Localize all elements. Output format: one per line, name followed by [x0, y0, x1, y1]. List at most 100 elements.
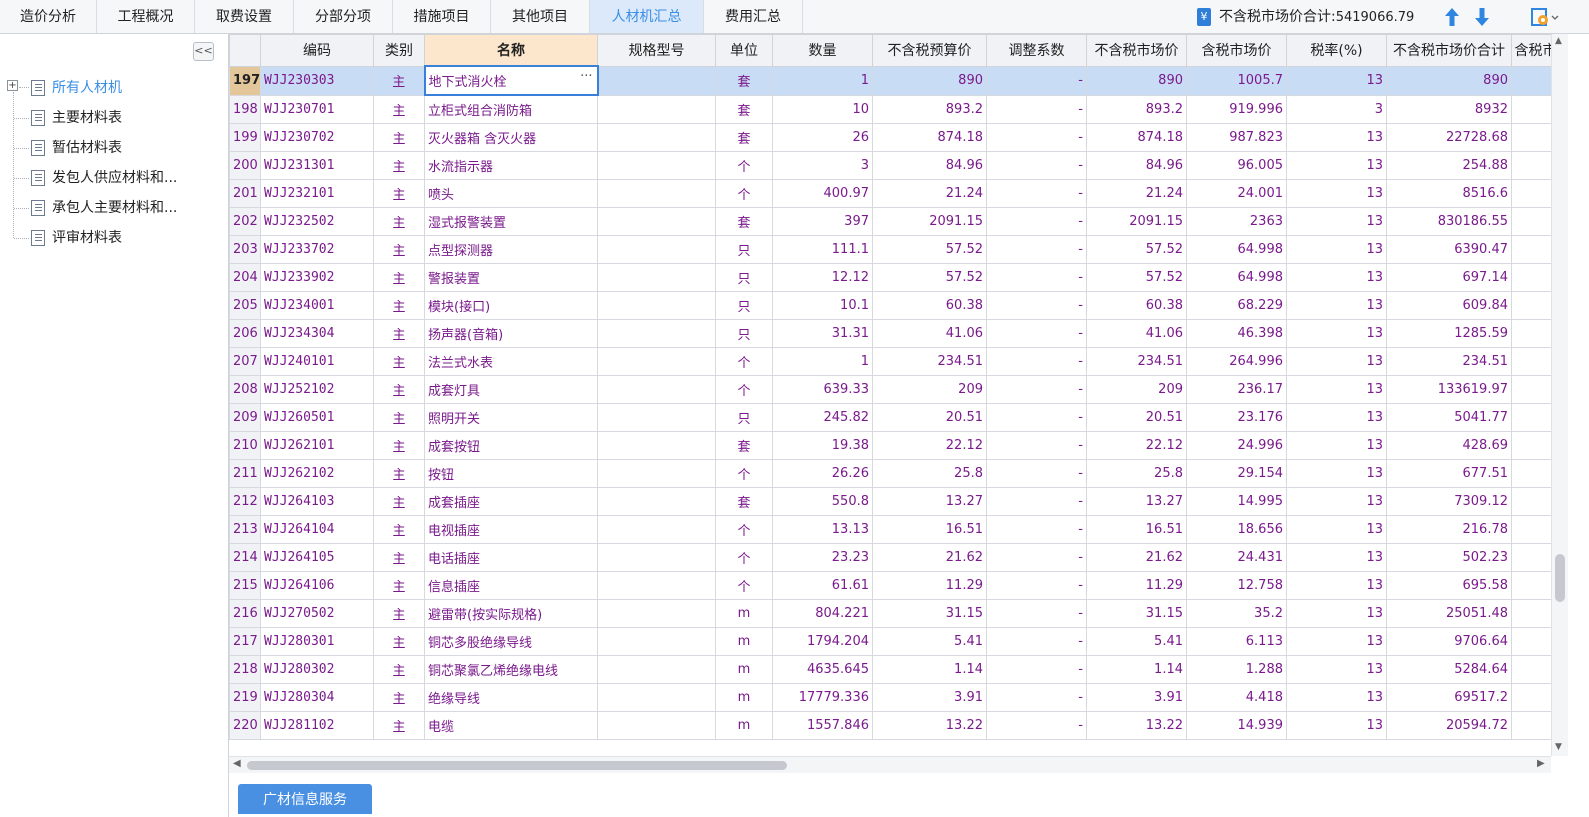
table-row[interactable]: 208 WJJ252102 主成套灯具个 639.33 209-209 236.17 13 1… — [229, 375, 1551, 404]
cell-market-total-tax[interactable] — [1511, 599, 1551, 628]
tree-item-employer-supplied[interactable]: 发包人供应材料和... — [31, 166, 177, 190]
vertical-scroll-thumb[interactable] — [1555, 554, 1565, 602]
cell-adjust-factor[interactable]: - — [986, 711, 1087, 740]
cell-code[interactable]: WJJ280301 — [260, 627, 374, 656]
cell-budget-price[interactable]: 209 — [872, 375, 987, 404]
cell-quantity[interactable]: 397 — [772, 207, 873, 236]
table-row[interactable]: 207 WJJ240101 主法兰式水表个 1 234.51-234.51 264.996… — [229, 347, 1551, 376]
tab-labor-material-summary[interactable]: 人材机汇总 — [590, 0, 704, 33]
row-number[interactable]: 217 — [229, 627, 261, 656]
header-market-price[interactable]: 不含税市场价 — [1086, 34, 1187, 67]
header-adjust-factor[interactable]: 调整系数 — [986, 34, 1087, 67]
cell-adjust-factor[interactable]: - — [986, 403, 1087, 432]
cell-quantity[interactable]: 639.33 — [772, 375, 873, 404]
row-number[interactable]: 202 — [229, 207, 261, 236]
cell-spec[interactable] — [597, 291, 716, 320]
cell-adjust-factor[interactable]: - — [986, 515, 1087, 544]
cell-tax-rate[interactable]: 13 — [1286, 655, 1387, 684]
cell-market-total[interactable]: 5284.64 — [1386, 655, 1512, 684]
cell-quantity[interactable]: 19.38 — [772, 431, 873, 460]
tree-item-all-materials[interactable]: 所有人材机 — [31, 76, 122, 100]
cell-tax-rate[interactable]: 13 — [1286, 263, 1387, 292]
cell-unit[interactable]: m — [715, 711, 773, 740]
row-number[interactable]: 201 — [229, 179, 261, 208]
cell-name[interactable]: 喷头 — [424, 179, 598, 208]
cell-unit[interactable]: 只 — [715, 403, 773, 432]
table-row[interactable]: 215 WJJ264106 主信息插座个 61.61 11.29-11.29 12.758… — [229, 571, 1551, 600]
cell-unit[interactable]: 套 — [715, 207, 773, 236]
cell-unit[interactable]: 个 — [715, 151, 773, 180]
cell-name[interactable]: 铜芯多股绝缘导线 — [424, 627, 598, 656]
cell-market-price[interactable]: 57.52 — [1086, 263, 1187, 292]
cell-market-price[interactable]: 11.29 — [1086, 571, 1187, 600]
row-number[interactable]: 205 — [229, 291, 261, 320]
cell-code[interactable]: WJJ234304 — [260, 319, 374, 348]
header-market-total[interactable]: 不含税市场价合计 — [1386, 34, 1512, 67]
cell-budget-price[interactable]: 890 — [872, 65, 987, 96]
row-number[interactable]: 209 — [229, 403, 261, 432]
cell-name[interactable]: 按钮 — [424, 459, 598, 488]
cell-budget-price[interactable]: 21.62 — [872, 543, 987, 572]
cell-tax-rate[interactable]: 13 — [1286, 123, 1387, 152]
cell-code[interactable]: WJJ280304 — [260, 683, 374, 712]
cell-market-total-tax[interactable] — [1511, 347, 1551, 376]
header-market-total-tax[interactable]: 含税市 — [1511, 34, 1551, 67]
cell-market-price[interactable]: 21.62 — [1086, 543, 1187, 572]
cell-unit[interactable]: 套 — [715, 431, 773, 460]
cell-market-price[interactable]: 13.22 — [1086, 711, 1187, 740]
horizontal-scroll-thumb[interactable] — [247, 761, 787, 770]
collapse-panel-button[interactable]: << — [193, 42, 214, 61]
cell-name[interactable]: 绝缘导线 — [424, 683, 598, 712]
cell-market-total[interactable]: 890 — [1386, 65, 1512, 96]
cell-budget-price[interactable]: 874.18 — [872, 123, 987, 152]
cell-category[interactable]: 主 — [373, 627, 425, 656]
row-number[interactable]: 208 — [229, 375, 261, 404]
cell-market-price[interactable]: 3.91 — [1086, 683, 1187, 712]
header-category[interactable]: 类别 — [373, 34, 425, 67]
cell-quantity[interactable]: 550.8 — [772, 487, 873, 516]
cell-market-price-tax[interactable]: 2363 — [1186, 207, 1287, 236]
cell-spec[interactable] — [597, 543, 716, 572]
cell-adjust-factor[interactable]: - — [986, 599, 1087, 628]
cell-name[interactable]: 模块(接口) — [424, 291, 598, 320]
cell-category[interactable]: 主 — [373, 487, 425, 516]
cell-name[interactable]: 警报装置 — [424, 263, 598, 292]
cell-adjust-factor[interactable]: - — [986, 347, 1087, 376]
header-unit[interactable]: 单位 — [715, 34, 773, 67]
cell-unit[interactable]: 个 — [715, 375, 773, 404]
header-market-price-tax[interactable]: 含税市场价 — [1186, 34, 1287, 67]
cell-tax-rate[interactable]: 13 — [1286, 431, 1387, 460]
cell-category[interactable]: 主 — [373, 94, 425, 124]
cell-market-total[interactable]: 8932 — [1386, 94, 1512, 124]
cell-name[interactable]: 灭火器箱 含灭火器 — [424, 123, 598, 152]
cell-tax-rate[interactable]: 13 — [1286, 683, 1387, 712]
cell-market-price-tax[interactable]: 264.996 — [1186, 347, 1287, 376]
cell-quantity[interactable]: 61.61 — [772, 571, 873, 600]
cell-category[interactable]: 主 — [373, 319, 425, 348]
cell-name[interactable]: 信息插座 — [424, 571, 598, 600]
row-number[interactable]: 212 — [229, 487, 261, 516]
cell-category[interactable]: 主 — [373, 655, 425, 684]
tree-item-contractor-main[interactable]: 承包人主要材料和... — [31, 196, 177, 220]
cell-market-total-tax[interactable] — [1511, 151, 1551, 180]
cell-market-total-tax[interactable] — [1511, 711, 1551, 740]
table-row[interactable]: 198 WJJ230701 主立柜式组合消防箱套 10 893.2-893.2 919.9… — [229, 94, 1551, 124]
header-name[interactable]: 名称 — [424, 34, 598, 67]
table-row[interactable]: 220 WJJ281102 主电缆 m 1557.846 13.22-13.22 14.93… — [229, 711, 1551, 740]
cell-tax-rate[interactable]: 13 — [1286, 319, 1387, 348]
cell-market-total-tax[interactable] — [1511, 94, 1551, 124]
cell-code[interactable]: WJJ233702 — [260, 235, 374, 264]
cell-tax-rate[interactable]: 13 — [1286, 571, 1387, 600]
cell-unit[interactable]: 只 — [715, 291, 773, 320]
cell-tax-rate[interactable]: 13 — [1286, 65, 1387, 96]
cell-name[interactable]: 电话插座 — [424, 543, 598, 572]
cell-market-total-tax[interactable] — [1511, 571, 1551, 600]
cell-code[interactable]: WJJ240101 — [260, 347, 374, 376]
cell-spec[interactable] — [597, 235, 716, 264]
cell-adjust-factor[interactable]: - — [986, 487, 1087, 516]
row-number[interactable]: 207 — [229, 347, 261, 376]
cell-code[interactable]: WJJ281102 — [260, 711, 374, 740]
cell-quantity[interactable]: 1557.846 — [772, 711, 873, 740]
cell-market-price[interactable]: 1.14 — [1086, 655, 1187, 684]
cell-tax-rate[interactable]: 3 — [1286, 94, 1387, 124]
